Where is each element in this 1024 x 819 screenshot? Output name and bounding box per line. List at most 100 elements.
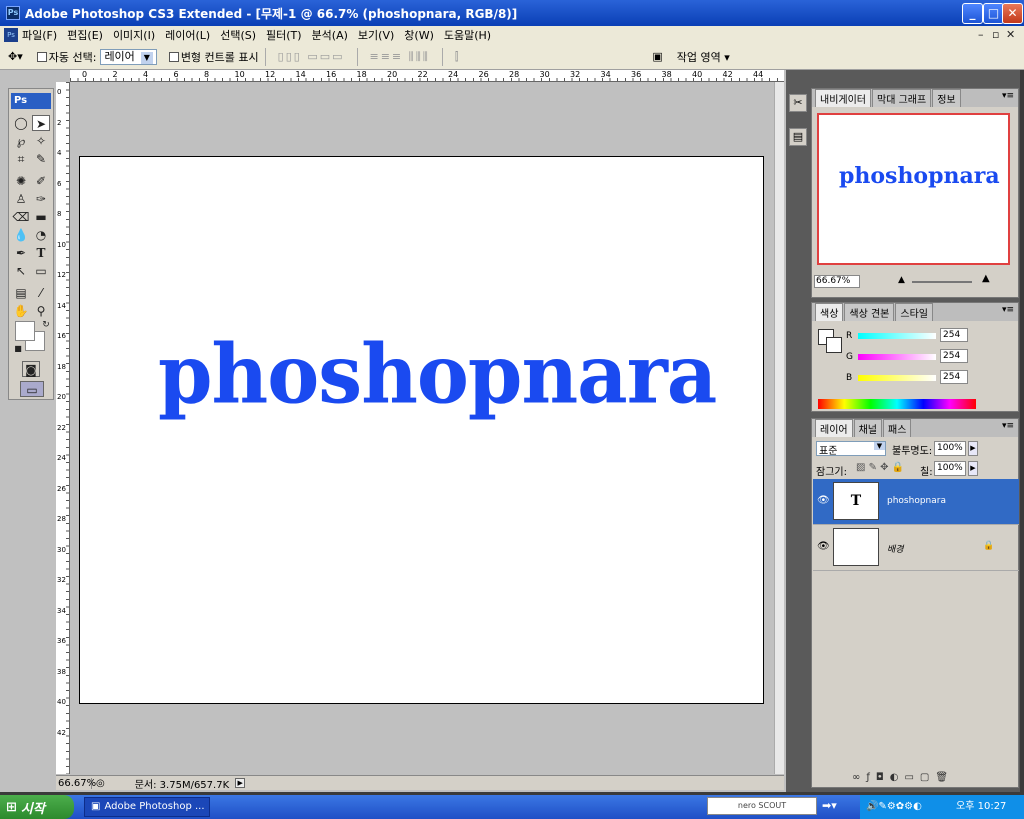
panel-menu-icon[interactable]: ▾≡ (1002, 91, 1014, 101)
swap-colors-icon[interactable]: ↻ (37, 317, 55, 333)
type-tool-icon[interactable]: T (32, 245, 50, 261)
menu-analysis[interactable]: 분석(A) (312, 27, 348, 43)
foreground-color-swatch[interactable] (15, 321, 35, 341)
doc-close-button[interactable]: ✕ (1006, 28, 1015, 41)
hand-tool-icon[interactable]: ✋ (12, 303, 30, 319)
status-zoom[interactable]: 66.67% (56, 777, 96, 789)
vertical-scrollbar[interactable] (774, 82, 784, 774)
lasso-tool-icon[interactable]: ℘ (12, 133, 30, 149)
slice-tool-icon[interactable]: ✎ (32, 151, 50, 167)
channel-r-slider[interactable] (858, 333, 936, 339)
layer-name[interactable]: 배경 (887, 542, 904, 555)
menu-view[interactable]: 보기(V) (358, 27, 394, 43)
quick-mask-icon[interactable]: ◙ (22, 361, 40, 377)
history-brush-tool-icon[interactable]: ✑ (32, 191, 50, 207)
minimize-button[interactable]: _ (962, 3, 983, 24)
notes-tool-icon[interactable]: ▤ (12, 285, 30, 301)
panel-menu-icon[interactable]: ▾≡ (1002, 305, 1014, 315)
tab-histogram[interactable]: 막대 그래프 (872, 89, 932, 107)
eraser-tool-icon[interactable]: ⌫ (12, 209, 30, 225)
transform-controls-checkbox[interactable] (168, 51, 179, 62)
status-info-icon[interactable]: ◎ (96, 778, 105, 789)
title-bar[interactable]: Ps Adobe Photoshop CS3 Extended - [무제-1 … (0, 0, 1024, 26)
visibility-eye-icon[interactable]: 👁 (817, 495, 830, 506)
gradient-tool-icon[interactable]: ▬ (32, 209, 50, 225)
menu-image[interactable]: 이미지(I) (113, 27, 155, 43)
channel-r-value[interactable]: 254 (940, 328, 968, 342)
go-arrow-icon[interactable]: ➡▾ (822, 799, 837, 812)
marquee-tool-icon[interactable]: ◯ (12, 115, 30, 131)
fill-arrow-icon[interactable]: ▶ (968, 461, 978, 476)
channel-b-slider[interactable] (858, 375, 936, 381)
nero-scout-search[interactable]: nero SCOUT (707, 797, 817, 815)
brush-tool-icon[interactable]: ✐ (32, 173, 50, 189)
blur-tool-icon[interactable]: 💧 (12, 227, 30, 243)
color-spectrum-bar[interactable] (818, 399, 976, 409)
tray-icons[interactable]: 🔊✎⚙✿⚙◐ (866, 795, 922, 819)
visibility-eye-icon[interactable]: 👁 (817, 541, 830, 552)
path-selection-tool-icon[interactable]: ↖ (12, 263, 30, 279)
auto-align-button[interactable]: ⫿ (455, 50, 461, 64)
doc-minimize-button[interactable]: – (978, 28, 984, 41)
move-tool-preset-icon[interactable]: ✥▾ (8, 50, 23, 63)
doc-restore-button[interactable]: ▫ (992, 28, 999, 41)
maximize-button[interactable]: □ (983, 3, 1004, 24)
document-canvas[interactable]: phoshopnara (79, 156, 764, 704)
navigator-zoom-slider[interactable] (912, 281, 972, 283)
canvas-text-layer[interactable]: phoshopnara (158, 327, 717, 423)
layer-comps-icon[interactable]: ▤ (789, 128, 807, 146)
healing-brush-tool-icon[interactable]: ✺ (12, 173, 30, 189)
crop-tool-icon[interactable]: ⌗ (12, 151, 30, 167)
menu-help[interactable]: 도움말(H) (444, 27, 491, 43)
start-button[interactable]: ⊞ 시작 (0, 795, 74, 819)
bridge-icon[interactable]: ▣ (652, 50, 662, 63)
menu-select[interactable]: 선택(S) (220, 27, 256, 43)
lock-icons[interactable]: ▨ ✎ ✥ 🔒 (856, 462, 904, 473)
dodge-tool-icon[interactable]: ◔ (32, 227, 50, 243)
close-button[interactable]: ✕ (1002, 3, 1023, 24)
tab-paths[interactable]: 패스 (883, 419, 912, 437)
rectangle-tool-icon[interactable]: ▭ (32, 263, 50, 279)
menu-layer[interactable]: 레이어(L) (165, 27, 210, 43)
eyedropper-tool-icon[interactable]: ⁄ (32, 285, 50, 301)
tab-channels[interactable]: 채널 (853, 419, 883, 437)
menu-edit[interactable]: 편집(E) (67, 27, 103, 43)
tool-presets-icon[interactable]: ✂ (789, 94, 807, 112)
taskbar-photoshop-button[interactable]: ▣ Adobe Photoshop ... (84, 797, 210, 817)
opacity-field[interactable]: 100% (934, 441, 966, 456)
default-colors-icon[interactable]: ■ (9, 341, 27, 357)
layer-name[interactable]: phoshopnara (887, 496, 946, 506)
channel-g-value[interactable]: 254 (940, 349, 968, 363)
layer-row-text[interactable]: 👁 T phoshopnara (813, 479, 1019, 525)
magic-wand-tool-icon[interactable]: ✧ (32, 133, 50, 149)
document-icon[interactable]: Ps (4, 28, 18, 42)
tab-swatches[interactable]: 색상 견본 (844, 303, 895, 321)
fill-field[interactable]: 100% (934, 461, 966, 476)
move-tool-icon[interactable]: ➤ (32, 115, 50, 131)
tab-info[interactable]: 정보 (932, 89, 961, 107)
menu-window[interactable]: 창(W) (404, 27, 434, 43)
distribute-buttons[interactable]: ≡≡≡ ⫼⫼⫼ (370, 50, 430, 64)
workspace-menu[interactable]: 작업 영역 ▾ (677, 49, 730, 65)
tab-navigator[interactable]: 내비게이터 (815, 89, 871, 107)
layers-footer-buttons[interactable]: ∞ƒ◘◐▭▢🗑 (852, 772, 954, 783)
layer-row-background[interactable]: 👁 배경 🔒 (813, 525, 1019, 571)
zoom-out-icon[interactable]: ▲ (898, 275, 905, 285)
tab-color[interactable]: 색상 (815, 303, 844, 321)
color-bg-swatch[interactable] (826, 337, 842, 353)
status-menu-arrow-icon[interactable]: ▶ (235, 778, 246, 788)
menu-filter[interactable]: 필터(T) (266, 27, 302, 43)
screen-mode-icon[interactable]: ▭ (20, 381, 44, 397)
navigator-preview[interactable]: phoshopnara (817, 113, 1010, 265)
clone-stamp-tool-icon[interactable]: ♙ (12, 191, 30, 207)
panel-menu-icon[interactable]: ▾≡ (1002, 421, 1014, 431)
menu-file[interactable]: 파일(F) (22, 27, 57, 43)
channel-b-value[interactable]: 254 (940, 370, 968, 384)
auto-select-checkbox[interactable] (36, 51, 47, 62)
auto-select-dropdown[interactable]: 레이어 ▼ (100, 48, 157, 65)
align-buttons[interactable]: ▯▯▯ ▭▭▭ (278, 50, 345, 63)
pen-tool-icon[interactable]: ✒ (12, 245, 30, 261)
opacity-arrow-icon[interactable]: ▶ (968, 441, 978, 456)
tab-layers[interactable]: 레이어 (815, 419, 853, 437)
zoom-in-icon[interactable]: ▲ (982, 273, 990, 284)
